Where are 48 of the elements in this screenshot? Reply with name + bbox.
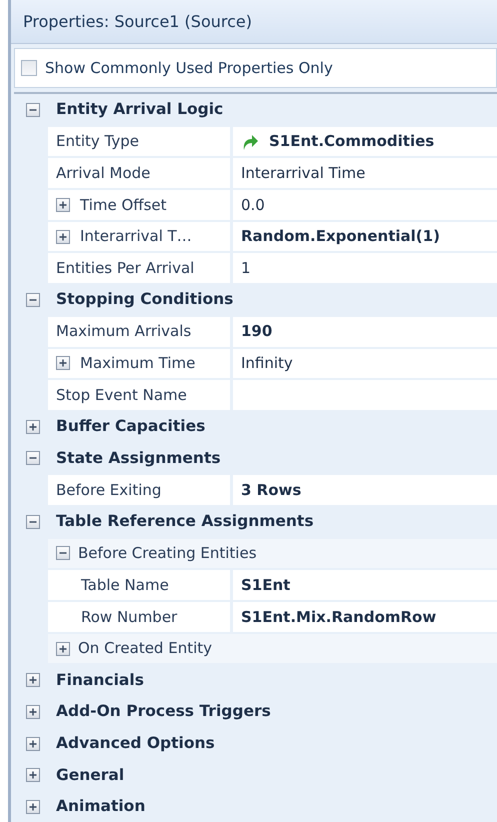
property-label: Stop Event Name: [56, 384, 187, 406]
expand-icon[interactable]: [26, 704, 40, 719]
expand-icon[interactable]: [26, 736, 40, 751]
property-value[interactable]: 3 Rows: [241, 478, 302, 502]
property-label: Time Offset: [80, 194, 167, 216]
collapse-icon[interactable]: [26, 292, 40, 307]
expand-icon[interactable]: [56, 642, 70, 656]
category-label[interactable]: Animation: [56, 795, 146, 819]
category-label[interactable]: General: [56, 764, 124, 787]
property-label: Maximum Arrivals: [56, 321, 192, 342]
checkbox[interactable]: [21, 60, 37, 76]
category-label[interactable]: Advanced Options: [56, 732, 215, 756]
category-label[interactable]: State Assignments: [56, 446, 221, 470]
property-label: Row Number: [81, 606, 178, 628]
property-label: Entity Type: [56, 131, 140, 152]
category-label[interactable]: Financials: [56, 668, 144, 692]
expand-icon[interactable]: [56, 356, 70, 370]
expand-icon[interactable]: [26, 768, 40, 782]
property-value[interactable]: 1: [241, 257, 251, 280]
collapse-icon[interactable]: [26, 514, 40, 529]
collapse-icon[interactable]: [26, 451, 40, 466]
category-label[interactable]: Entity Arrival Logic: [56, 98, 224, 122]
expand-icon[interactable]: [26, 673, 40, 688]
expand-icon[interactable]: [56, 198, 70, 212]
property-group-row[interactable]: Before Creating Entities: [48, 538, 497, 568]
category-label[interactable]: Stopping Conditions: [56, 288, 234, 312]
property-label: Maximum Time: [80, 353, 196, 374]
category-label[interactable]: Add-On Process Triggers: [56, 700, 271, 724]
property-label: Entities Per Arrival: [56, 258, 194, 280]
category-label[interactable]: Buffer Capacities: [56, 415, 206, 438]
property-label: Table Name: [81, 574, 169, 596]
property-label: Arrival Mode: [56, 162, 150, 184]
expand-icon[interactable]: [56, 230, 70, 244]
property-value[interactable]: 0.0: [241, 194, 265, 216]
category-label[interactable]: Table Reference Assignments: [56, 510, 314, 534]
property-label: Before Exiting: [56, 480, 162, 501]
property-label: Interarrival T…: [80, 226, 192, 248]
expand-icon[interactable]: [26, 800, 40, 814]
expand-icon[interactable]: [26, 420, 40, 434]
collapse-icon[interactable]: [26, 102, 40, 117]
curved-arrow-icon: [241, 132, 259, 151]
group-label: Before Creating Entities: [78, 543, 257, 564]
property-value[interactable]: 190: [241, 320, 272, 343]
property-value[interactable]: Infinity: [241, 352, 293, 375]
collapse-icon[interactable]: [56, 546, 70, 560]
property-value[interactable]: S1Ent: [241, 574, 290, 596]
property-group-row[interactable]: On Created Entity: [48, 634, 497, 664]
group-label: On Created Entity: [78, 638, 212, 660]
